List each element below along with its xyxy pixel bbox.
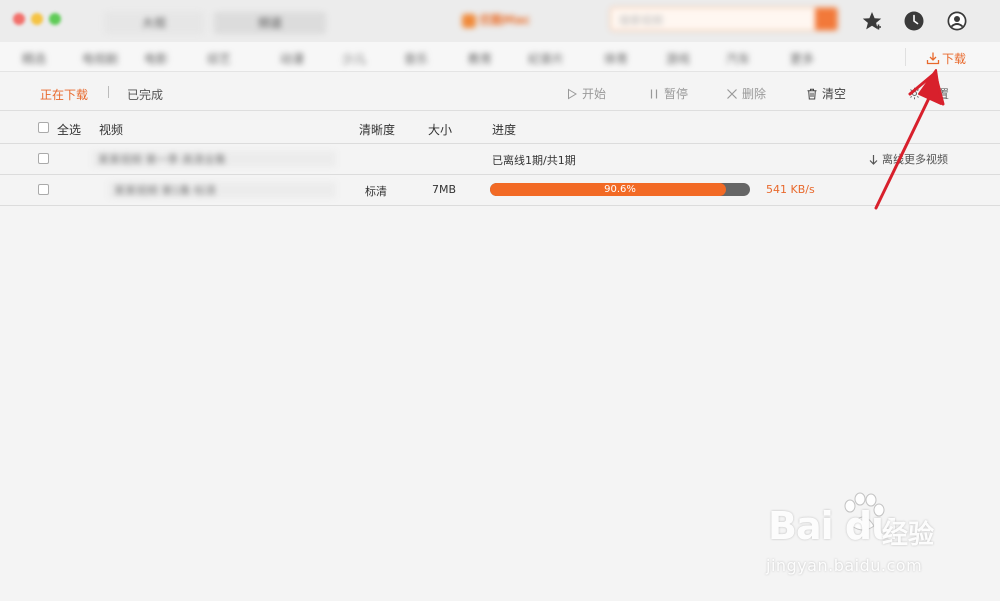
nav-item[interactable]: 少儿 bbox=[342, 50, 366, 67]
row-checkbox[interactable] bbox=[38, 184, 49, 195]
play-icon bbox=[568, 88, 577, 99]
pause-button-label: 暂停 bbox=[664, 87, 689, 101]
group-status: 已离线1期/共1期 bbox=[492, 154, 576, 167]
settings-button-label: 设置 bbox=[925, 87, 950, 101]
delete-button[interactable]: 删除 bbox=[726, 85, 766, 102]
nav-item[interactable]: 体育 bbox=[604, 50, 628, 67]
channel-nav-bar: 精选 电视剧 电影 综艺 动漫 少儿 音乐 教育 纪录片 体育 游戏 汽车 更多… bbox=[0, 42, 1000, 72]
nav-item[interactable]: 音乐 bbox=[404, 50, 428, 67]
nav-item[interactable]: 游戏 bbox=[666, 50, 690, 67]
tab-completed[interactable]: 已完成 bbox=[127, 86, 163, 103]
download-speed: 541 KB/s bbox=[766, 183, 815, 196]
nav-item[interactable]: 汽车 bbox=[726, 50, 750, 67]
nav-item[interactable]: 精选 bbox=[22, 50, 46, 67]
nav-item[interactable]: 电视剧 bbox=[82, 50, 118, 67]
pause-icon bbox=[650, 89, 658, 98]
search-input[interactable]: 搜索视频 bbox=[619, 12, 663, 28]
search-button[interactable] bbox=[815, 8, 837, 30]
pause-button[interactable]: 暂停 bbox=[648, 85, 688, 102]
table-row[interactable]: 某某视频 第1集 标清 标清 7MB 90.6% 541 KB/s bbox=[0, 175, 1000, 206]
header-size: 大小 bbox=[428, 123, 453, 137]
header-select-all[interactable]: 全选 bbox=[57, 121, 81, 138]
baidu-jingyan-watermark: Bai du 经验 jingyan.baidu.com bbox=[764, 492, 954, 582]
title-bar: 大视 频道 优酷Mac 搜索视频 bbox=[0, 0, 1000, 42]
nav-item[interactable]: 综艺 bbox=[207, 50, 231, 67]
nav-divider bbox=[905, 48, 906, 66]
download-toolbar: 正在下载 已完成 开始 暂停 删除 清空 设置 bbox=[0, 72, 1000, 111]
window-minimize-button[interactable] bbox=[31, 13, 43, 25]
select-all-checkbox[interactable] bbox=[38, 122, 49, 133]
more-videos-label: 离线更多视频 bbox=[882, 153, 948, 166]
header-video: 视频 bbox=[99, 123, 124, 137]
group-video-title: 某某视频 第一季 高清全集 bbox=[92, 151, 336, 167]
video-size: 7MB bbox=[432, 183, 457, 196]
user-account-icon[interactable] bbox=[946, 10, 968, 32]
search-box[interactable]: 搜索视频 bbox=[610, 7, 838, 31]
top-tab-2[interactable]: 频道 bbox=[214, 12, 326, 34]
watermark-brand: Bai du bbox=[768, 504, 898, 548]
top-tab-1[interactable]: 大视 bbox=[104, 12, 204, 34]
nav-item[interactable]: 电影 bbox=[144, 50, 168, 67]
progress-label: 90.6% bbox=[604, 184, 636, 195]
logo-text: 优酷Mac bbox=[479, 13, 531, 27]
window-close-button[interactable] bbox=[13, 13, 25, 25]
clear-button-label: 清空 bbox=[822, 87, 847, 101]
download-button-label: 下载 bbox=[942, 51, 967, 66]
download-icon bbox=[926, 52, 940, 65]
nav-item[interactable]: 教育 bbox=[468, 50, 492, 67]
arrow-down-icon bbox=[869, 154, 878, 165]
trash-icon bbox=[807, 88, 817, 99]
settings-button[interactable]: 设置 bbox=[908, 85, 949, 102]
video-definition: 标清 bbox=[365, 185, 387, 198]
history-clock-icon[interactable] bbox=[903, 10, 925, 32]
nav-item[interactable]: 更多 bbox=[790, 50, 814, 67]
row-checkbox[interactable] bbox=[38, 153, 49, 164]
header-progress: 进度 bbox=[492, 123, 517, 137]
header-definition: 清晰度 bbox=[359, 123, 396, 137]
nav-item[interactable]: 纪录片 bbox=[528, 50, 564, 67]
tab-divider bbox=[108, 86, 109, 98]
nav-item[interactable]: 动漫 bbox=[280, 50, 304, 67]
window-maximize-button[interactable] bbox=[49, 13, 61, 25]
table-row-group[interactable]: 某某视频 第一季 高清全集 已离线1期/共1期 离线更多视频 bbox=[0, 144, 1000, 175]
clear-button[interactable]: 清空 bbox=[806, 85, 846, 102]
favorites-star-icon[interactable] bbox=[861, 10, 883, 32]
watermark-url: jingyan.baidu.com bbox=[766, 556, 923, 575]
tab-downloading[interactable]: 正在下载 bbox=[40, 86, 88, 103]
gear-icon bbox=[908, 87, 921, 100]
download-button[interactable]: 下载 bbox=[926, 48, 966, 68]
close-x-icon bbox=[727, 88, 737, 99]
app-logo: 优酷Mac bbox=[462, 11, 530, 29]
more-videos-link[interactable]: 离线更多视频 bbox=[868, 151, 948, 167]
watermark-cn: 经验 bbox=[882, 520, 935, 550]
logo-mark-icon bbox=[462, 13, 476, 28]
start-button[interactable]: 开始 bbox=[566, 85, 606, 102]
delete-button-label: 删除 bbox=[742, 87, 767, 101]
download-progress-bar: 90.6% bbox=[490, 183, 750, 196]
start-button-label: 开始 bbox=[582, 87, 607, 101]
table-header: 全选 视频 清晰度 大小 进度 bbox=[0, 112, 1000, 144]
video-title: 某某视频 第1集 标清 bbox=[108, 182, 336, 198]
